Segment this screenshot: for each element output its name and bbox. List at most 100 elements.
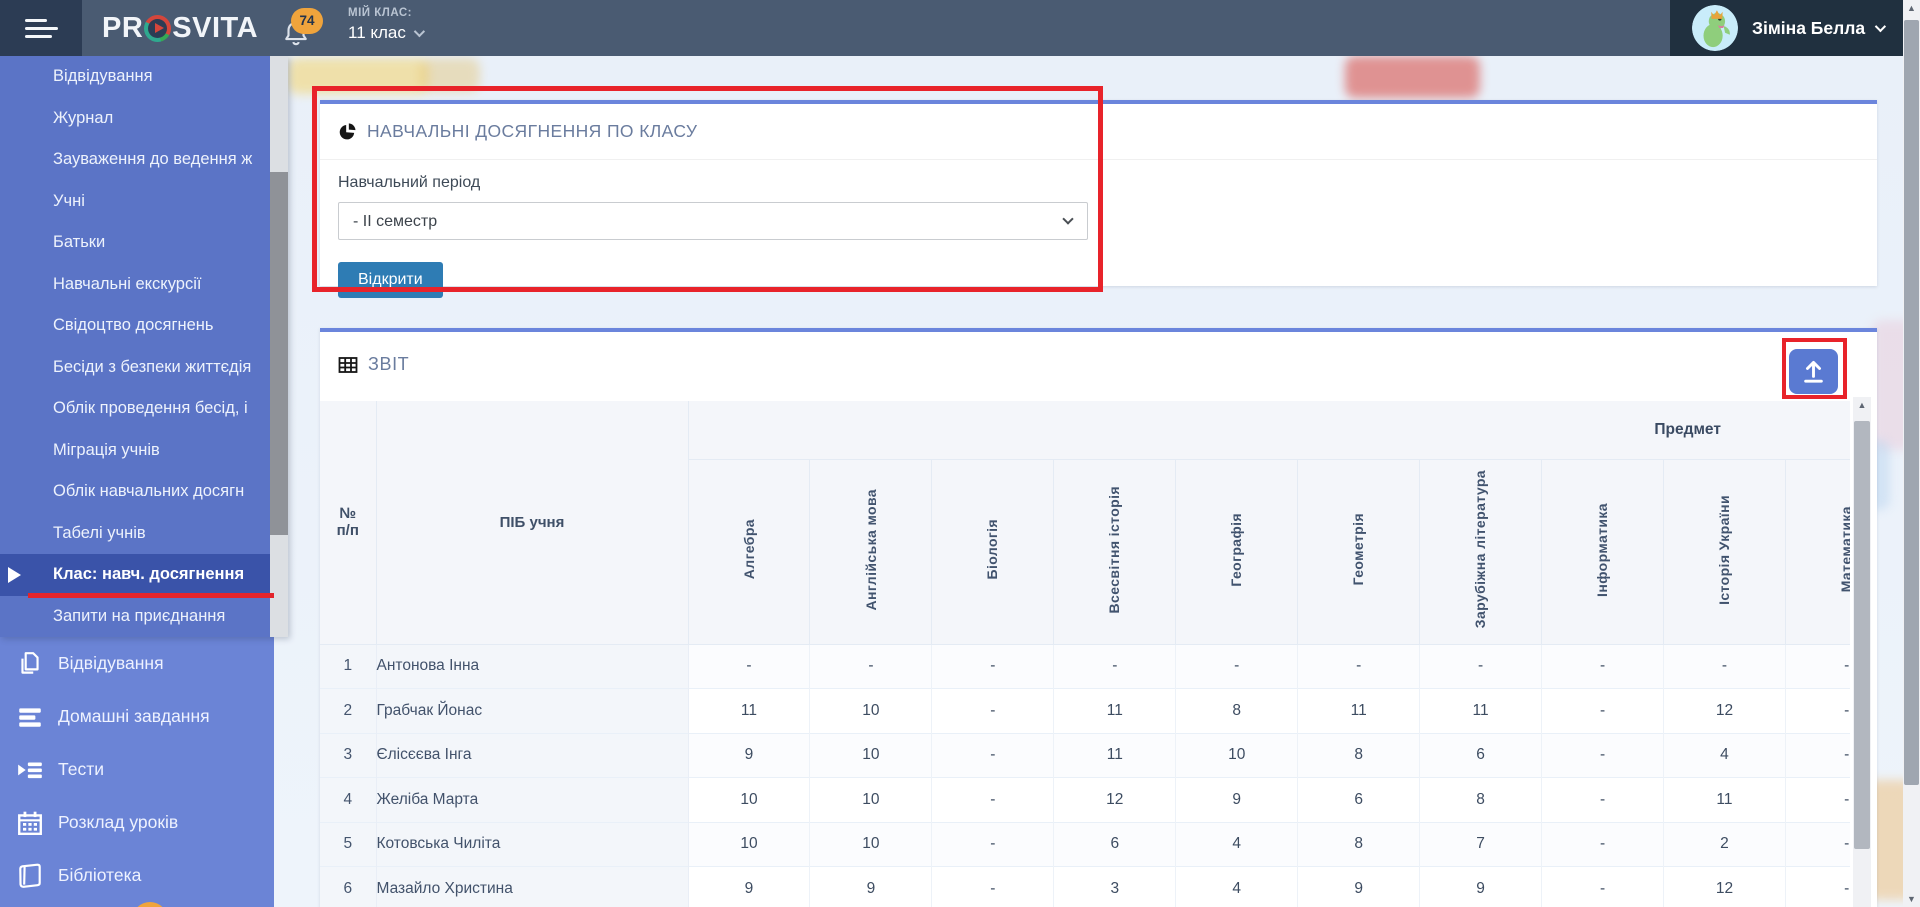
sidebar-subitem-label: Облік проведення бесід, і (53, 399, 248, 418)
grade-cell: - (1542, 867, 1664, 907)
column-header-subject: Геометрія (1298, 459, 1420, 644)
report-panel-header: ЗВІТ (320, 332, 1877, 397)
grade-cell: 8 (1176, 689, 1298, 734)
grade-cell: 11 (1054, 733, 1176, 778)
grade-cell: 12 (1054, 778, 1176, 823)
subject-header-label: Інформатика (1594, 503, 1611, 597)
sidebar-subitem[interactable]: Запити на приєднання (0, 596, 270, 638)
grade-cell: - (1542, 644, 1664, 689)
grade-cell: - (810, 644, 932, 689)
sidebar-subitem[interactable]: Учні (0, 181, 270, 223)
sidebar-subitem[interactable]: Облік навчальних досягн (0, 471, 270, 513)
report-table-head: №п/пПІБ учняПредметАлгебраАнглійська мов… (320, 401, 1850, 644)
brand-text-pre: PR (102, 12, 143, 45)
scroll-down-arrow-icon[interactable]: ▼ (1903, 891, 1920, 907)
table-scrollbar-thumb[interactable] (1854, 421, 1870, 849)
sidebar-subitem[interactable]: Бесіди з безпеки життєдія (0, 347, 270, 389)
grade-cell: - (1054, 644, 1176, 689)
sidebar-subitem-label: Запити на приєднання (53, 607, 225, 626)
report-panel: ЗВІТ №п/пПІБ учняПредметАлгебраАнглійськ… (320, 328, 1877, 907)
user-menu[interactable]: Зіміна Белла (1670, 0, 1920, 56)
submenu-scrollbar[interactable] (270, 56, 288, 637)
sidebar-item-розклад-уроків[interactable]: Розклад уроків (0, 796, 274, 849)
page-scrollbar-thumb[interactable] (1904, 20, 1919, 785)
column-header-subject: Географія (1176, 459, 1298, 644)
upload-button[interactable] (1789, 349, 1838, 394)
grade-cell: - (1785, 644, 1850, 689)
grade-cell: - (1785, 867, 1850, 907)
sidebar-subitem[interactable]: Свідоцтво досягнень (0, 305, 270, 347)
row-number-cell: 6 (320, 867, 376, 907)
achievements-panel-title: НАВЧАЛЬНІ ДОСЯГНЕННЯ ПО КЛАСУ (367, 121, 697, 142)
sidebar-item-відвідування[interactable]: Відвідування (0, 637, 274, 690)
table-row: 6Мазайло Христина99-3499-12- (320, 867, 1850, 907)
column-header-subject: Біологія (932, 459, 1054, 644)
page-scrollbar[interactable]: ▲ ▼ (1903, 0, 1920, 907)
sidebar-item-домашні-завдання[interactable]: Домашні завдання (0, 690, 274, 743)
sidebar-item-label: Розклад уроків (58, 812, 178, 833)
period-select[interactable]: - II семестр (338, 202, 1088, 240)
subject-header-label: Алгебра (741, 519, 758, 579)
tasks-icon (16, 756, 44, 784)
chevron-down-icon (414, 26, 425, 37)
background-decor (288, 58, 428, 94)
subject-header-label: Зарубіжна література (1472, 470, 1489, 628)
scroll-up-arrow-icon[interactable]: ▲ (1853, 397, 1871, 413)
sidebar-subitem[interactable]: Міграція учнів (0, 430, 270, 472)
grade-cell: 9 (1420, 867, 1542, 907)
open-button[interactable]: Відкрити (338, 262, 443, 298)
grade-cell: 11 (1420, 689, 1542, 734)
sidebar-subitem[interactable]: Табелі учнів (0, 513, 270, 555)
sidebar-subitem-label: Міграція учнів (53, 441, 160, 460)
sidebar-item-тести[interactable]: Тести (0, 743, 274, 796)
column-header-subject: Алгебра (688, 459, 810, 644)
sidebar-main-menu: ВідвідуванняДомашні завданняТести Розклад… (0, 637, 274, 902)
grade-cell: - (1420, 644, 1542, 689)
sidebar-subitem-label: Табелі учнів (53, 524, 146, 543)
sidebar-subitem[interactable]: Облік проведення бесід, і (0, 388, 270, 430)
my-class-selector[interactable]: МІЙ КЛАС: 11 клас (348, 7, 422, 43)
my-class-value: 11 клас (348, 23, 406, 43)
brand-logo[interactable]: PRSVITA (102, 0, 258, 56)
grade-cell: - (932, 778, 1054, 823)
report-panel-title: ЗВІТ (368, 354, 409, 375)
pie-chart-icon (338, 122, 357, 141)
top-bar: PRSVITA 74 МІЙ КЛАС: 11 клас (0, 0, 1920, 56)
student-name-cell: Котовська Чиліта (376, 822, 688, 867)
submenu-scrollbar-thumb[interactable] (270, 172, 288, 535)
scroll-up-arrow-icon[interactable]: ▲ (1903, 0, 1920, 16)
subject-header-label: Історія України (1716, 495, 1733, 605)
active-item-marker-icon (8, 567, 21, 583)
table-row: 1Антонова Інна---------- (320, 644, 1850, 689)
sidebar-subitem[interactable]: Навчальні екскурсії (0, 264, 270, 306)
grade-cell: 8 (1298, 733, 1420, 778)
sidebar-subitem[interactable]: Батьки (0, 222, 270, 264)
column-header-subject: Інформатика (1542, 459, 1664, 644)
sidebar-item-бібліотека[interactable]: Бібліотека (0, 849, 274, 902)
grade-cell: 9 (810, 867, 932, 907)
grade-cell: - (1785, 822, 1850, 867)
sidebar-subitem-label: Учні (53, 192, 85, 211)
grade-cell: 10 (810, 733, 932, 778)
report-table: №п/пПІБ учняПредметАлгебраАнглійська мов… (320, 401, 1850, 907)
sidebar-subitem[interactable]: Журнал (0, 98, 270, 140)
sidebar-subitem[interactable]: Зауваження до ведення ж (0, 139, 270, 181)
grade-cell: - (1542, 778, 1664, 823)
table-icon (338, 355, 358, 375)
sidebar-subitem-label: Бесіди з безпеки життєдія (53, 358, 251, 377)
grade-cell: 11 (1054, 689, 1176, 734)
row-number-cell: 1 (320, 644, 376, 689)
column-header-subject: Історія України (1664, 459, 1786, 644)
grade-cell: - (688, 644, 810, 689)
sidebar-item-label: Бібліотека (58, 865, 141, 886)
sidebar-subitem[interactable]: Відвідування (0, 56, 270, 98)
report-table-container[interactable]: №п/пПІБ учняПредметАлгебраАнглійська мов… (320, 401, 1850, 907)
sidebar: ВідвідуванняЖурналЗауваження до ведення … (0, 56, 274, 907)
notifications-count-badge: 74 (291, 8, 323, 34)
table-scrollbar[interactable]: ▲ (1853, 397, 1871, 907)
sidebar-subitem-label: Навчальні екскурсії (53, 275, 201, 294)
menu-toggle-button[interactable] (0, 0, 82, 56)
book-icon (16, 862, 44, 890)
sidebar-subitem[interactable]: Клас: навч. досягнення (0, 554, 270, 596)
notifications-button[interactable]: 74 (278, 0, 334, 56)
